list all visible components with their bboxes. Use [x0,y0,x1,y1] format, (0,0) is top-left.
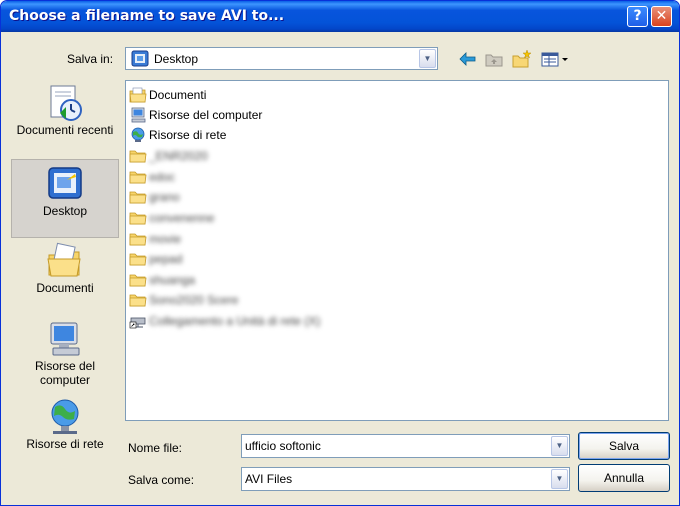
location-value: Desktop [154,52,199,66]
place-label: Risorse del computer [34,359,96,387]
file-name: Documenti [149,87,207,102]
file-name: Risorse del computer [149,107,263,122]
place-label: Risorse di rete [26,437,104,451]
folder-icon [129,274,147,286]
file-name: _ENR2020 [149,148,208,163]
save-as-type-label: Salva come: [128,473,195,487]
chevron-down-icon[interactable]: ▼ [419,49,436,68]
recent-documents-icon [50,85,82,121]
file-name: edoc [149,169,176,184]
folder-icon [129,191,147,203]
file-name: Sono2020 Scere [149,292,239,307]
list-item[interactable]: edoc [129,167,175,186]
place-documents[interactable]: Documenti [11,241,119,315]
network-places-icon [51,399,79,434]
back-arrow-icon[interactable] [457,48,479,70]
list-item[interactable]: shuanga [129,270,195,289]
file-name: convenenne [149,210,215,225]
chevron-down-icon[interactable]: ▼ [551,469,568,489]
folder-icon [129,150,147,162]
filename-label: Nome file: [128,441,183,455]
file-name: shuanga [149,272,196,287]
list-item[interactable]: Collegamento a Unità di rete (X) [129,311,320,330]
view-menu-icon[interactable] [539,48,571,70]
place-label: Documenti [36,281,94,295]
list-item[interactable]: Risorse del computer [129,105,262,124]
folder-icon [129,212,147,224]
folder-icon [129,253,147,265]
list-item[interactable]: movie [129,229,181,248]
place-label: Documenti recenti [16,123,114,137]
place-recent-documents[interactable]: Documenti recenti [11,83,119,157]
place-my-computer[interactable]: Risorse del computer [11,319,119,395]
list-item[interactable]: pepad [129,249,182,268]
file-list[interactable]: Documenti Risorse del computer Risorse d… [125,80,669,421]
file-name: pepad [149,251,183,266]
file-name: Collegamento a Unità di rete (X) [149,313,321,328]
place-desktop[interactable]: Desktop [11,159,119,238]
save-button[interactable]: Salva [578,432,670,460]
up-folder-icon[interactable] [483,48,505,70]
documents-folder-icon [129,87,147,102]
folder-icon [129,294,147,306]
list-item[interactable]: convenenne [129,208,214,227]
folder-icon [129,171,147,183]
chevron-down-icon[interactable]: ▼ [551,436,568,456]
save-dialog: Choose a filename to save AVI to... ? ✕ … [0,0,680,506]
network-icon [131,127,145,142]
save-as-type-value: AVI Files [245,472,293,486]
title-bar[interactable]: Choose a filename to save AVI to... ? ✕ [1,1,679,32]
place-network[interactable]: Risorse di rete [11,397,119,459]
computer-icon [131,107,146,122]
filename-combobox[interactable]: ufficio softonic ▼ [241,434,570,458]
place-label: Desktop [42,204,88,218]
file-name: Risorse di rete [149,127,227,142]
list-item[interactable]: Documenti [129,85,206,104]
close-button[interactable]: ✕ [651,6,672,27]
list-item[interactable]: grano [129,187,180,206]
file-name: grano [149,189,180,204]
desktop-location-icon [131,50,149,70]
save-in-label: Salva in: [67,52,114,66]
my-computer-icon [50,322,80,356]
network-drive-shortcut-icon [129,317,146,328]
desktop-icon [48,167,82,199]
list-item[interactable]: Sono2020 Scere [129,290,238,309]
cancel-button[interactable]: Annulla [578,464,670,492]
dialog-title: Choose a filename to save AVI to... [9,8,285,24]
new-folder-icon[interactable] [511,48,533,70]
places-bar: Documenti recenti Desktop Documenti Riso… [11,79,119,462]
list-item[interactable]: _ENR2020 [129,146,208,165]
filename-field[interactable]: ufficio softonic [245,439,321,453]
save-in-combobox[interactable]: Desktop ▼ [125,47,438,70]
folder-icon [129,233,147,245]
help-button[interactable]: ? [627,6,648,27]
file-name: movie [149,231,182,246]
my-documents-icon [47,242,81,277]
save-as-type-combobox[interactable]: AVI Files ▼ [241,467,570,491]
list-item[interactable]: Risorse di rete [129,125,226,144]
